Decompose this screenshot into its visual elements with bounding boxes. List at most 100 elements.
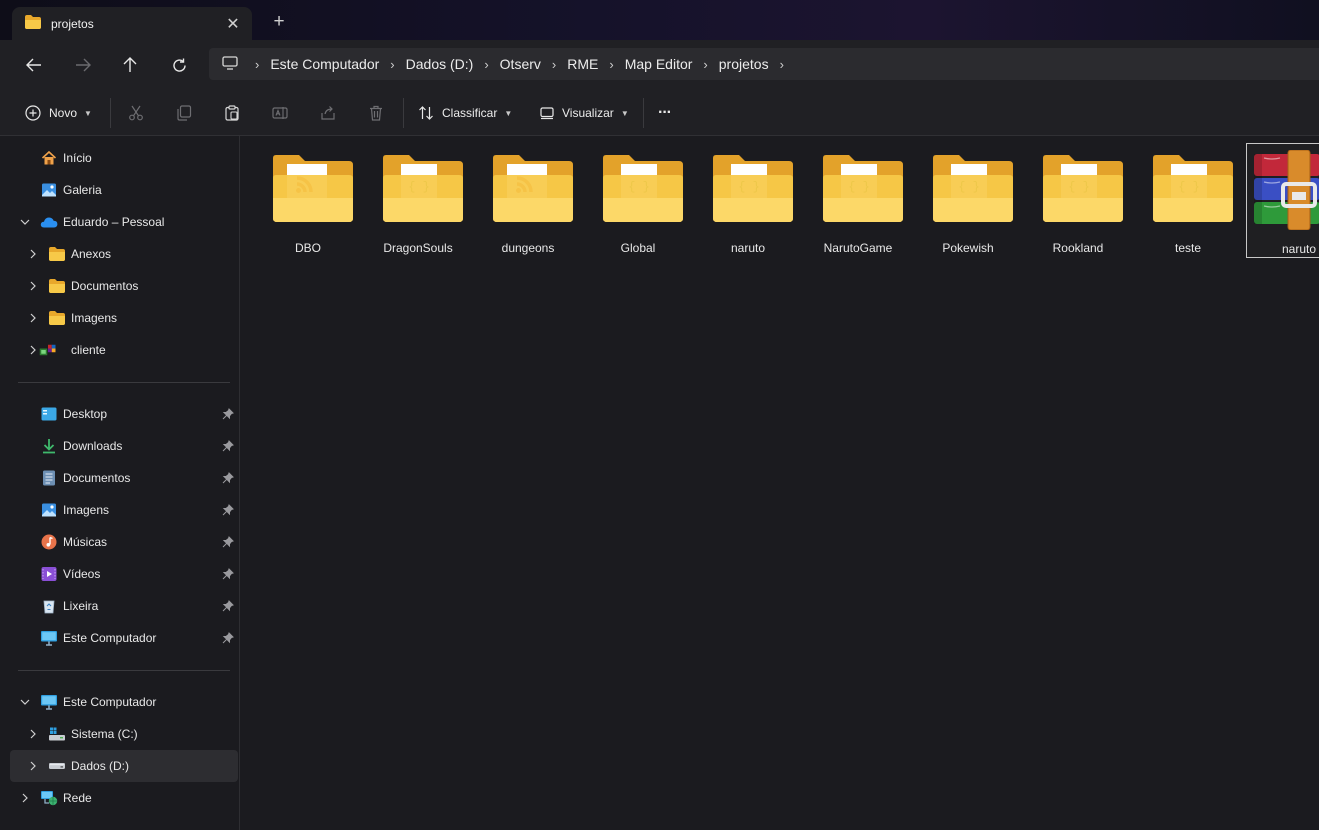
sidebar-item-imagens[interactable]: Imagens (10, 302, 238, 334)
chevron-right-icon[interactable]: › (552, 57, 556, 72)
chevron-right-icon[interactable] (27, 728, 39, 740)
code-folder-icon: { } (1153, 155, 1233, 222)
folder-item-dragonsouls[interactable]: { } DragonSouls (365, 146, 471, 258)
address-bar[interactable]: › Este Computador › Dados (D:) › Otserv … (209, 48, 1319, 80)
folder-item-pokewish[interactable]: { } Pokewish (915, 146, 1021, 258)
view-icon (540, 107, 554, 120)
copy-button[interactable] (176, 100, 192, 126)
code-folder-icon: { } (1043, 155, 1123, 222)
folder-item-dungeons[interactable]: dungeons (475, 146, 581, 258)
sidebar-item-cliente[interactable]: cliente (10, 334, 238, 366)
archive-item-naruto[interactable]: naruto (1246, 143, 1319, 258)
chevron-right-icon[interactable] (27, 344, 39, 356)
chevron-down-icon: ▼ (620, 108, 629, 118)
breadcrumb-este-computador[interactable]: Este Computador (270, 56, 379, 72)
folder-item-teste[interactable]: { } teste (1135, 146, 1241, 258)
folder-icon (48, 277, 66, 295)
delete-button[interactable] (368, 100, 384, 126)
share-button[interactable] (320, 100, 336, 126)
new-tab-button[interactable]: + (268, 11, 290, 33)
sidebar-item-videos[interactable]: Vídeos (10, 558, 238, 590)
network-icon (40, 789, 58, 807)
cut-button[interactable] (128, 100, 144, 126)
sidebar-item-imagens-pinned[interactable]: Imagens (10, 494, 238, 526)
pin-icon[interactable] (222, 568, 234, 580)
chevron-down-icon[interactable] (19, 696, 31, 708)
tab-title: projetos (51, 16, 94, 31)
folder-item-global[interactable]: { } Global (585, 146, 691, 258)
view-button[interactable]: Visualizar ▼ (540, 100, 629, 126)
more-icon: ··· (658, 104, 672, 121)
sidebar-item-desktop[interactable]: Desktop (10, 398, 238, 430)
chevron-right-icon[interactable]: › (484, 57, 488, 72)
sidebar-item-inicio[interactable]: Início (10, 142, 238, 174)
chevron-right-icon[interactable] (27, 312, 39, 324)
up-button[interactable] (117, 52, 143, 78)
folder-icon (48, 309, 66, 327)
sidebar-item-este-computador[interactable]: Este Computador (10, 686, 238, 718)
back-button[interactable] (21, 52, 47, 78)
tab-projetos[interactable]: projetos ✕ (12, 7, 252, 40)
folder-item-dbo[interactable]: DBO (255, 146, 361, 258)
more-options-button[interactable]: ··· (658, 100, 672, 126)
sidebar-item-sistema-c[interactable]: Sistema (C:) (10, 718, 238, 750)
sort-button[interactable]: Classificar ▼ (418, 100, 512, 126)
pin-icon[interactable] (222, 600, 234, 612)
breadcrumb-otserv[interactable]: Otserv (500, 56, 541, 72)
sidebar-divider (18, 382, 230, 383)
breadcrumb-map-editor[interactable]: Map Editor (625, 56, 693, 72)
refresh-button[interactable] (166, 52, 192, 78)
computer-icon (40, 693, 58, 711)
folder-item-naruto[interactable]: { } naruto (695, 146, 801, 258)
rename-button[interactable] (272, 100, 288, 126)
pin-icon[interactable] (222, 440, 234, 452)
file-view: DBO { } DragonSouls dungeons { } (241, 136, 1319, 830)
sidebar-item-onedrive[interactable]: Eduardo – Pessoal (10, 206, 238, 238)
pin-icon[interactable] (222, 472, 234, 484)
folder-item-rookland[interactable]: { } Rookland (1025, 146, 1131, 258)
rename-icon (272, 107, 288, 119)
chevron-right-icon[interactable] (27, 760, 39, 772)
pin-icon[interactable] (222, 536, 234, 548)
sidebar-item-documentos-pinned[interactable]: Documentos (10, 462, 238, 494)
pin-icon[interactable] (222, 632, 234, 644)
close-tab-icon[interactable]: ✕ (218, 14, 248, 34)
pin-icon[interactable] (222, 504, 234, 516)
chevron-right-icon[interactable]: › (703, 57, 707, 72)
sidebar-item-musicas[interactable]: Músicas (10, 526, 238, 558)
sidebar-item-lixeira[interactable]: Lixeira (10, 590, 238, 622)
chevron-right-icon[interactable] (19, 792, 31, 804)
sidebar-item-dados-d[interactable]: Dados (D:) (10, 750, 238, 782)
file-name: DBO (294, 241, 321, 255)
sidebar-divider (18, 670, 230, 671)
trash-icon (370, 105, 382, 121)
sidebar-item-galeria[interactable]: Galeria (10, 174, 238, 206)
chevron-down-icon[interactable] (19, 216, 31, 228)
chevron-right-icon[interactable] (27, 280, 39, 292)
sidebar-item-documentos[interactable]: Documentos (10, 270, 238, 302)
folder-item-narutogame[interactable]: { } NarutoGame (805, 146, 911, 258)
title-bar: projetos ✕ + (0, 0, 1319, 40)
pin-icon[interactable] (222, 408, 234, 420)
sidebar-item-anexos[interactable]: Anexos (10, 238, 238, 270)
new-button[interactable]: Novo ▼ (25, 100, 92, 126)
breadcrumb-rme[interactable]: RME (567, 56, 598, 72)
chevron-right-icon[interactable]: › (780, 57, 784, 72)
chevron-right-icon[interactable] (27, 248, 39, 260)
sidebar-item-rede[interactable]: Rede (10, 782, 238, 814)
chevron-right-icon[interactable]: › (390, 57, 394, 72)
desktop-icon (40, 405, 58, 423)
forward-button[interactable] (70, 52, 96, 78)
onedrive-icon (40, 213, 58, 231)
sidebar-item-este-computador-pinned[interactable]: Este Computador (10, 622, 238, 654)
documents-icon (40, 469, 58, 487)
code-folder-icon: { } (933, 155, 1013, 222)
divider (643, 98, 644, 128)
sidebar-item-downloads[interactable]: Downloads (10, 430, 238, 462)
chevron-right-icon[interactable]: › (609, 57, 613, 72)
breadcrumb-dados-d[interactable]: Dados (D:) (406, 56, 474, 72)
download-icon (40, 437, 58, 455)
breadcrumb-projetos[interactable]: projetos (719, 56, 769, 72)
file-name: Global (620, 241, 656, 255)
paste-button[interactable] (224, 100, 240, 126)
